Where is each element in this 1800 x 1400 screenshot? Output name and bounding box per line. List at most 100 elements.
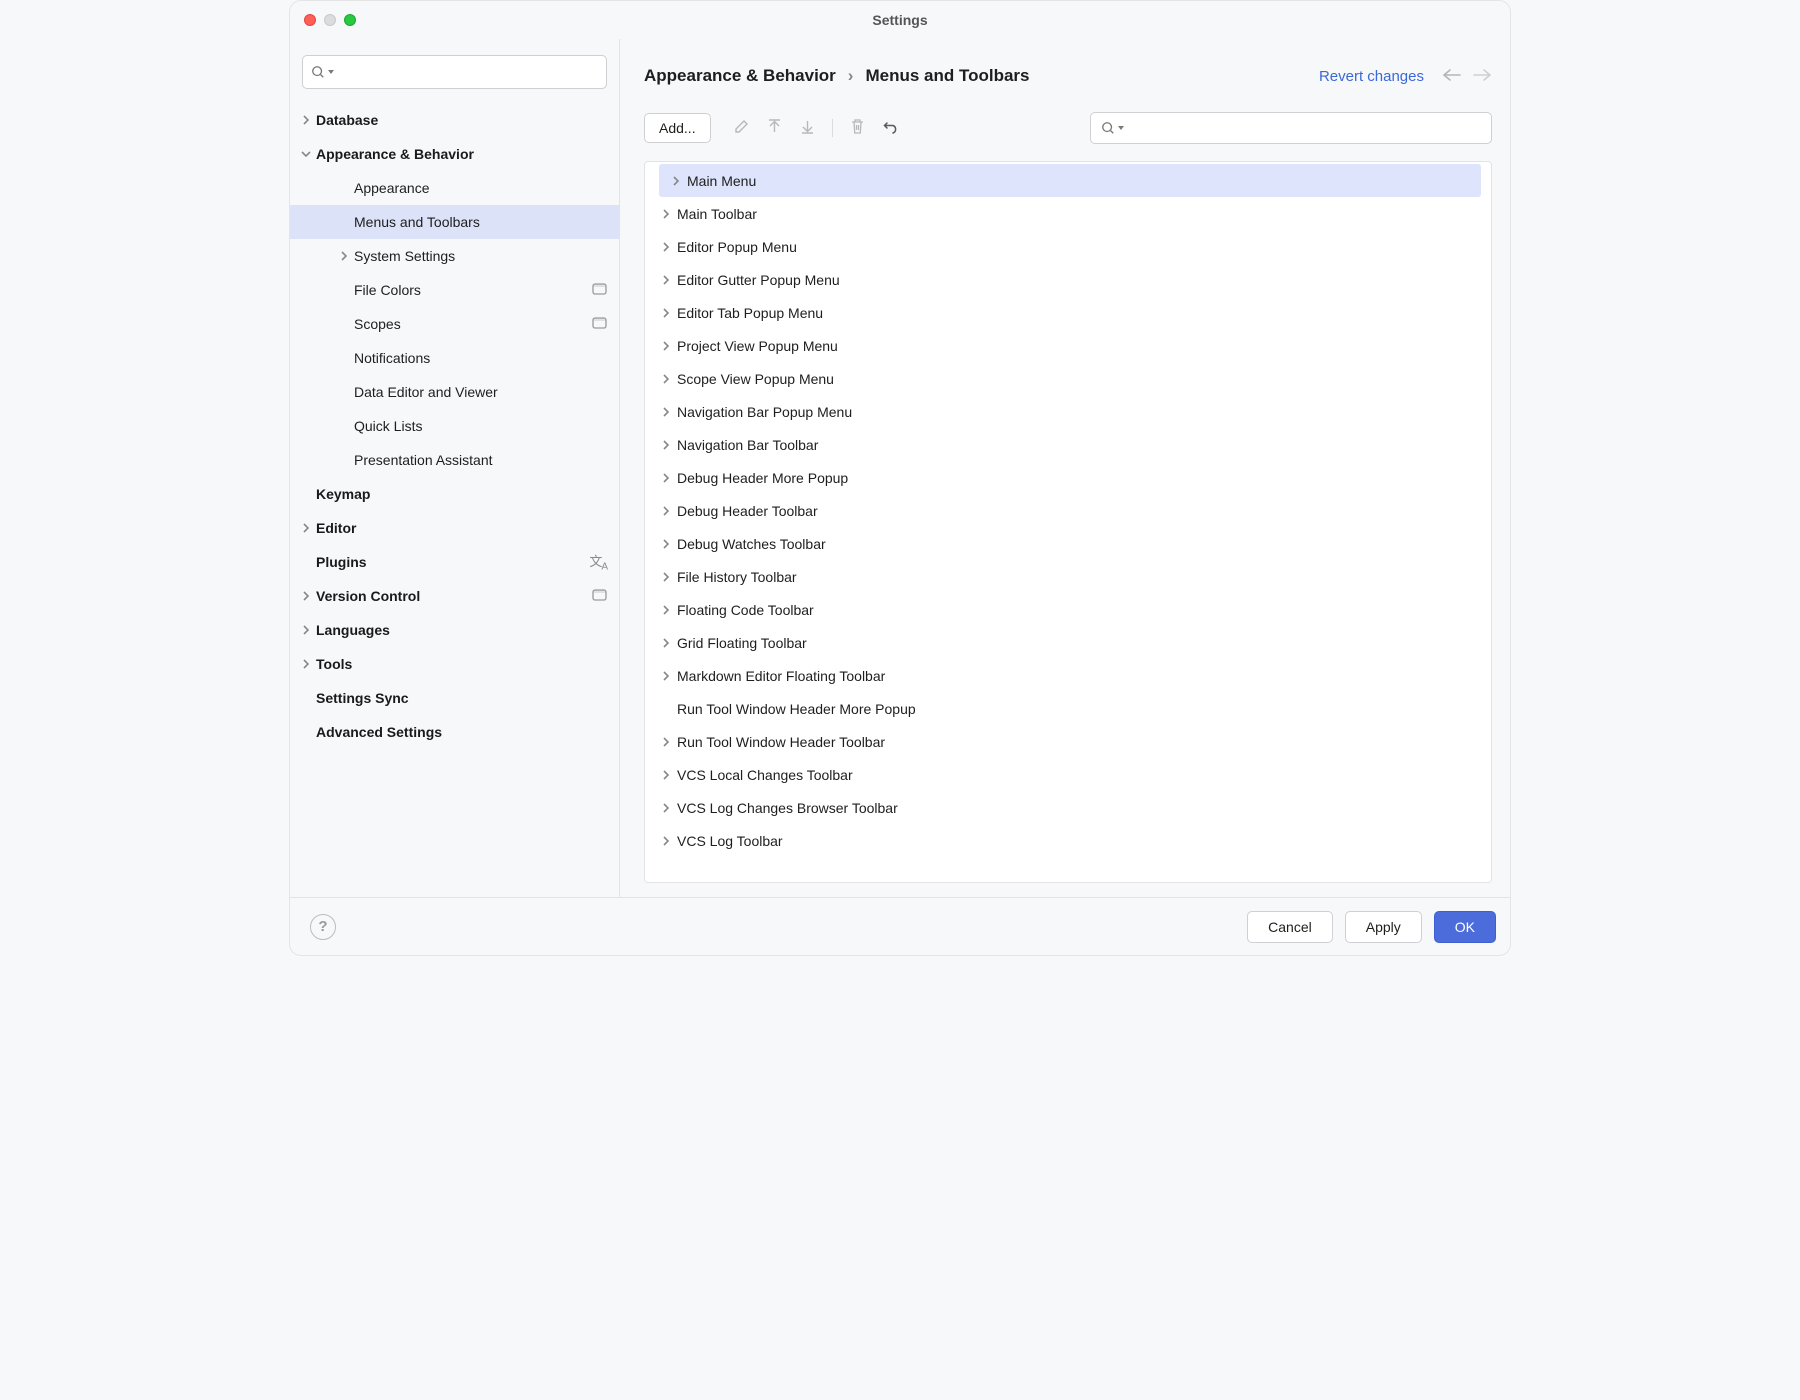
apply-button[interactable]: Apply	[1345, 911, 1422, 943]
list-item-label: Editor Tab Popup Menu	[677, 305, 823, 321]
chevron-right-icon[interactable]	[296, 591, 316, 601]
list-item[interactable]: Main Menu	[659, 164, 1481, 197]
sidebar-item[interactable]: Appearance & Behavior	[290, 137, 619, 171]
list-item[interactable]: Debug Watches Toolbar	[645, 527, 1491, 560]
list-item-label: Main Toolbar	[677, 206, 757, 222]
chevron-right-icon[interactable]	[655, 242, 677, 252]
sidebar-item[interactable]: Presentation Assistant	[290, 443, 619, 477]
sidebar-item[interactable]: Appearance	[290, 171, 619, 205]
chevron-right-icon[interactable]	[655, 407, 677, 417]
list-item-label: Navigation Bar Popup Menu	[677, 404, 852, 420]
list-item-label: VCS Log Toolbar	[677, 833, 783, 849]
list-item-label: Main Menu	[687, 173, 756, 189]
settings-main-panel: Appearance & Behavior › Menus and Toolba…	[620, 39, 1510, 897]
chevron-right-icon[interactable]	[296, 659, 316, 669]
list-item[interactable]: File History Toolbar	[645, 560, 1491, 593]
sidebar-item[interactable]: Settings Sync	[290, 681, 619, 715]
list-item[interactable]: Run Tool Window Header Toolbar	[645, 725, 1491, 758]
list-item[interactable]: Editor Tab Popup Menu	[645, 296, 1491, 329]
sidebar-item[interactable]: Notifications	[290, 341, 619, 375]
list-item[interactable]: VCS Local Changes Toolbar	[645, 758, 1491, 791]
chevron-right-icon[interactable]	[296, 115, 316, 125]
chevron-right-icon[interactable]	[655, 572, 677, 582]
chevron-right-icon[interactable]	[665, 176, 687, 186]
sidebar-item-label: Database	[316, 112, 607, 128]
list-item[interactable]: VCS Log Toolbar	[645, 824, 1491, 857]
sidebar-item-label: Settings Sync	[316, 690, 607, 706]
add-button[interactable]: Add...	[644, 113, 711, 143]
window-title: Settings	[290, 12, 1510, 28]
undo-icon[interactable]	[882, 118, 899, 138]
list-item[interactable]: VCS Log Changes Browser Toolbar	[645, 791, 1491, 824]
chevron-right-icon[interactable]	[655, 737, 677, 747]
chevron-right-icon[interactable]	[655, 374, 677, 384]
chevron-right-icon[interactable]	[655, 308, 677, 318]
revert-changes-link[interactable]: Revert changes	[1319, 68, 1424, 85]
sidebar-item[interactable]: Keymap	[290, 477, 619, 511]
list-item[interactable]: Main Toolbar	[645, 197, 1491, 230]
chevron-right-icon[interactable]	[655, 638, 677, 648]
nav-back-icon[interactable]	[1442, 68, 1462, 85]
chevron-right-icon[interactable]	[655, 803, 677, 813]
list-item[interactable]: Navigation Bar Toolbar	[645, 428, 1491, 461]
sidebar-item[interactable]: Tools	[290, 647, 619, 681]
list-item[interactable]: Project View Popup Menu	[645, 329, 1491, 362]
sidebar-item[interactable]: Version Control	[290, 579, 619, 613]
list-item-label: VCS Log Changes Browser Toolbar	[677, 800, 898, 816]
sidebar-item-label: Notifications	[354, 350, 607, 366]
list-item[interactable]: Run Tool Window Header More Popup	[645, 692, 1491, 725]
chevron-right-icon[interactable]	[655, 605, 677, 615]
chevron-right-icon[interactable]	[655, 539, 677, 549]
close-window-icon[interactable]	[304, 14, 316, 26]
sidebar-item[interactable]: Editor	[290, 511, 619, 545]
sidebar-item[interactable]: Database	[290, 103, 619, 137]
sidebar-item[interactable]: File Colors	[290, 273, 619, 307]
help-icon[interactable]: ?	[310, 914, 336, 940]
list-item[interactable]: Scope View Popup Menu	[645, 362, 1491, 395]
sidebar-tree: Database Appearance & BehaviorAppearanceM…	[290, 101, 619, 897]
chevron-right-icon[interactable]	[655, 671, 677, 681]
list-search-input[interactable]	[1090, 112, 1492, 144]
chevron-right-icon[interactable]	[655, 506, 677, 516]
cancel-button[interactable]: Cancel	[1247, 911, 1333, 943]
sidebar-item[interactable]: Languages	[290, 613, 619, 647]
chevron-right-icon[interactable]	[655, 275, 677, 285]
chevron-right-icon[interactable]	[655, 836, 677, 846]
chevron-down-icon[interactable]	[296, 149, 316, 159]
settings-window: Settings DatabaseAppearance & BehaviorAp…	[289, 0, 1511, 956]
sidebar-item[interactable]: Scopes	[290, 307, 619, 341]
list-item[interactable]: Editor Gutter Popup Menu	[645, 263, 1491, 296]
sidebar-item[interactable]: Menus and Toolbars	[290, 205, 619, 239]
sidebar-item[interactable]: Data Editor and Viewer	[290, 375, 619, 409]
sidebar-search-input[interactable]	[302, 55, 607, 89]
sidebar-item-label: Version Control	[316, 588, 592, 604]
list-item[interactable]: Editor Popup Menu	[645, 230, 1491, 263]
ok-button[interactable]: OK	[1434, 911, 1496, 943]
list-item[interactable]: Navigation Bar Popup Menu	[645, 395, 1491, 428]
chevron-right-icon[interactable]	[655, 473, 677, 483]
list-item-label: Run Tool Window Header More Popup	[677, 701, 916, 717]
project-badge-icon	[592, 282, 607, 298]
list-item[interactable]: Grid Floating Toolbar	[645, 626, 1491, 659]
window-titlebar: Settings	[290, 1, 1510, 39]
sidebar-item[interactable]: Quick Lists	[290, 409, 619, 443]
chevron-right-icon[interactable]	[296, 523, 316, 533]
breadcrumb-parent[interactable]: Appearance & Behavior	[644, 66, 836, 86]
search-icon	[311, 65, 334, 79]
sidebar-item[interactable]: Advanced Settings	[290, 715, 619, 749]
chevron-right-icon[interactable]	[655, 341, 677, 351]
chevron-right-icon[interactable]	[655, 209, 677, 219]
chevron-right-icon[interactable]	[655, 440, 677, 450]
sidebar-item-label: File Colors	[354, 282, 592, 298]
list-item[interactable]: Markdown Editor Floating Toolbar	[645, 659, 1491, 692]
chevron-right-icon[interactable]	[296, 625, 316, 635]
nav-forward-icon	[1472, 68, 1492, 85]
list-item[interactable]: Debug Header More Popup	[645, 461, 1491, 494]
maximize-window-icon[interactable]	[344, 14, 356, 26]
sidebar-item[interactable]: System Settings	[290, 239, 619, 273]
chevron-right-icon[interactable]	[334, 251, 354, 261]
chevron-right-icon[interactable]	[655, 770, 677, 780]
sidebar-item[interactable]: Plugins文A	[290, 545, 619, 579]
list-item[interactable]: Floating Code Toolbar	[645, 593, 1491, 626]
list-item[interactable]: Debug Header Toolbar	[645, 494, 1491, 527]
